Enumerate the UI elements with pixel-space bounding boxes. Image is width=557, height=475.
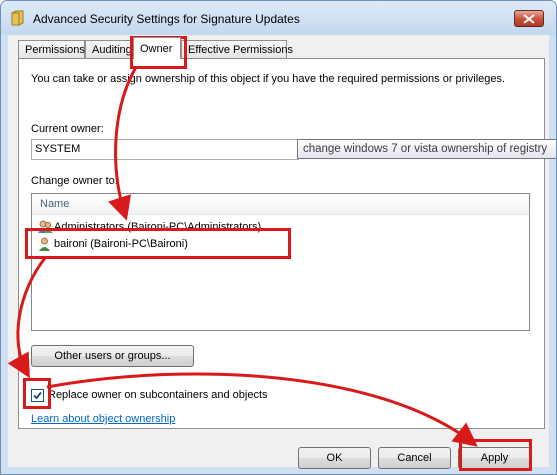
current-owner-value: SYSTEM [35,143,81,155]
tab-label: Auditing [92,44,132,56]
tab-auditing[interactable]: Auditing [85,40,133,58]
change-owner-label: Change owner to: [31,175,118,187]
tab-permissions[interactable]: Permissions [18,40,85,58]
other-users-label: Other users or groups... [54,350,171,362]
learn-about-ownership-link[interactable]: Learn about object ownership [31,413,175,425]
cancel-label: Cancel [397,452,432,464]
apply-label: Apply [480,452,509,464]
tooltip: change windows 7 or vista ownership of r… [297,139,556,159]
tab-label: Effective Permissions [188,44,293,56]
list-item-label: baironi (Baironi-PC\Baironi) [54,238,188,250]
tab-label: Owner [140,43,173,55]
tab-owner[interactable]: Owner [133,37,181,59]
ok-label: OK [326,452,343,464]
ok-button[interactable]: OK [298,447,371,469]
security-settings-window: Advanced Security Settings for Signature… [0,0,557,475]
close-icon [523,14,535,24]
list-header-label: Name [40,198,70,210]
checkmark-icon [33,391,42,400]
tooltip-text: change windows 7 or vista ownership of r… [303,143,548,155]
list-item-administrators[interactable]: Administrators (Baironi-PC\Administrator… [38,219,318,236]
folder-icon [11,10,24,26]
list-item-baironi[interactable]: baironi (Baironi-PC\Baironi) [38,236,238,253]
close-button[interactable] [514,10,544,27]
title-bar: Advanced Security Settings for Signature… [1,1,556,35]
tab-effective-permissions[interactable]: Effective Permissions [181,40,293,58]
tab-label: Permissions [25,44,85,56]
cancel-button[interactable]: Cancel [378,447,451,469]
list-item-label: Administrators (Baironi-PC\Administrator… [54,221,262,233]
current-owner-field: SYSTEM [31,139,299,160]
current-owner-label: Current owner: [31,123,104,135]
other-users-or-groups-button[interactable]: Other users or groups... [31,345,194,367]
ownership-description: You can take or assign ownership of this… [31,73,506,85]
window-title: Advanced Security Settings for Signature… [33,12,300,26]
list-column-header-name[interactable]: Name [32,194,529,215]
user-group-icon [38,220,53,233]
replace-owner-label: Replace owner on subcontainers and objec… [48,389,268,401]
user-icon [39,237,50,251]
replace-owner-checkbox[interactable] [31,389,44,402]
owner-listbox[interactable]: Name Administrators (Baironi-PC\Administ… [31,193,530,331]
apply-button[interactable]: Apply [458,447,531,469]
